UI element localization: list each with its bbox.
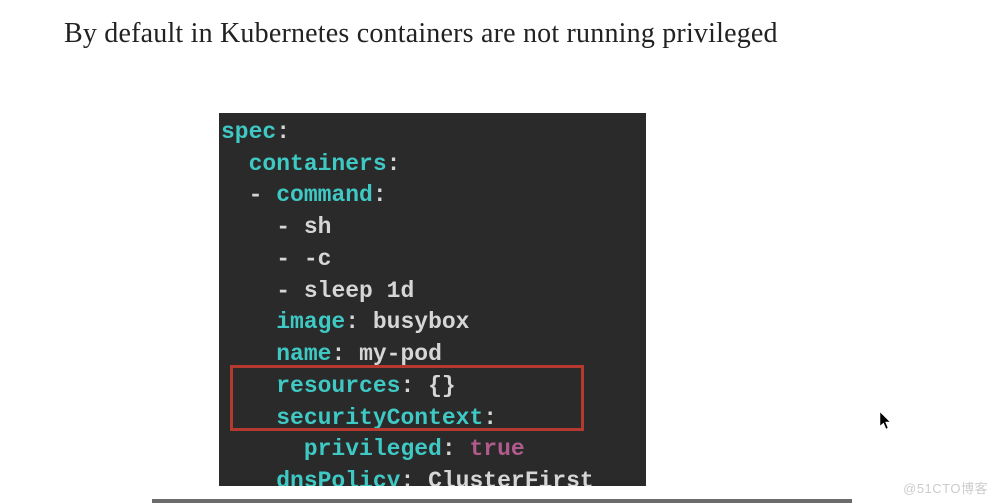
colon: : [400, 373, 414, 399]
dash: - [276, 214, 290, 240]
code-line-dnspolicy: dnsPolicy: ClusterFirst [219, 466, 646, 486]
code-line-containers: containers: [219, 149, 646, 181]
code-line-sh: - sh [219, 212, 646, 244]
code-line-privileged: privileged: true [219, 434, 646, 466]
yaml-key: dnsPolicy [276, 468, 400, 486]
colon: : [483, 405, 497, 431]
code-line-spec: spec: [219, 117, 646, 149]
yaml-value: -c [304, 246, 332, 272]
colon: : [345, 309, 359, 335]
code-line-sleep: - sleep 1d [219, 276, 646, 308]
bottom-divider [152, 499, 852, 503]
yaml-key: command [276, 182, 373, 208]
yaml-key: image [276, 309, 345, 335]
colon: : [331, 341, 345, 367]
yaml-key: privileged [304, 436, 442, 462]
code-line-securitycontext: securityContext: [219, 403, 646, 435]
yaml-code-block: spec: containers: - command: - sh - -c -… [219, 113, 646, 486]
colon: : [276, 119, 290, 145]
slide-heading: By default in Kubernetes containers are … [0, 0, 996, 50]
code-line-resources: resources: {} [219, 371, 646, 403]
colon: : [373, 182, 387, 208]
colon: : [442, 436, 456, 462]
dash: - [276, 278, 290, 304]
code-line-command: - command: [219, 180, 646, 212]
yaml-bool: true [469, 436, 524, 462]
yaml-value: ClusterFirst [428, 468, 594, 486]
yaml-key: resources [276, 373, 400, 399]
yaml-value: sh [304, 214, 332, 240]
code-line-name: name: my-pod [219, 339, 646, 371]
yaml-key: containers [249, 151, 387, 177]
colon: : [400, 468, 414, 486]
yaml-key: securityContext [276, 405, 483, 431]
yaml-value: my-pod [359, 341, 442, 367]
yaml-key: spec [221, 119, 276, 145]
dash: - [276, 246, 290, 272]
code-line-dashc: - -c [219, 244, 646, 276]
yaml-value: {} [428, 373, 456, 399]
dash: - [249, 182, 263, 208]
code-line-image: image: busybox [219, 307, 646, 339]
yaml-key: name [276, 341, 331, 367]
yaml-value: sleep 1d [304, 278, 414, 304]
watermark-text: @51CTO博客 [903, 478, 988, 497]
colon: : [387, 151, 401, 177]
yaml-value: busybox [373, 309, 470, 335]
mouse-cursor-icon [880, 412, 892, 430]
